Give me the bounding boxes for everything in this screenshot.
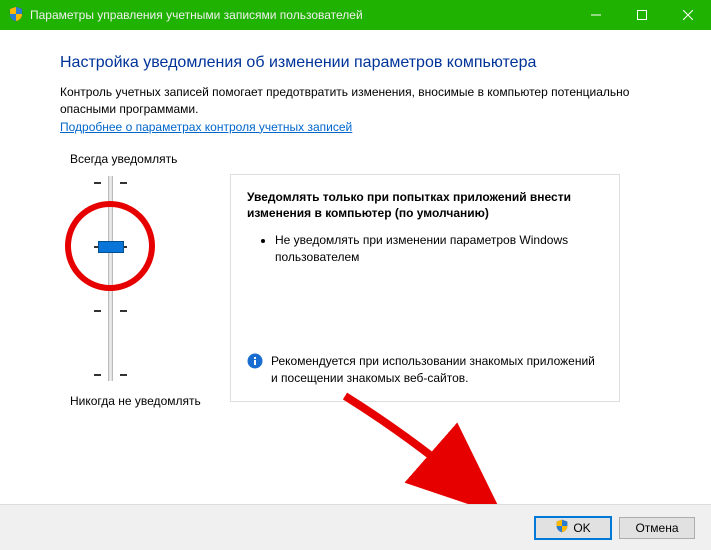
level-recommendation-text: Рекомендуется при использовании знакомых… [271,353,603,387]
slider-tick [120,374,127,376]
slider-label-never: Никогда не уведомлять [60,394,230,408]
slider-label-always: Всегда уведомлять [60,152,230,166]
close-button[interactable] [665,0,711,30]
content-area: Настройка уведомления об изменении парам… [0,30,711,408]
button-bar: OK Отмена [0,504,711,550]
uac-shield-icon [8,6,24,25]
ok-button-label: OK [573,521,590,535]
ok-button[interactable]: OK [535,517,611,539]
level-info-bullet: Не уведомлять при изменении параметров W… [275,232,603,266]
slider-thumb[interactable] [98,241,124,253]
page-description: Контроль учетных записей помогает предот… [60,84,651,118]
level-info-title: Уведомлять только при попытках приложени… [247,189,603,223]
learn-more-link[interactable]: Подробнее о параметрах контроля учетных … [60,120,352,134]
level-info-panel: Уведомлять только при попытках приложени… [230,174,620,402]
level-info-list: Не уведомлять при изменении параметров W… [247,232,603,270]
level-recommendation: Рекомендуется при использовании знакомых… [247,353,603,387]
titlebar: Параметры управления учетными записями п… [0,0,711,30]
uac-shield-icon [555,519,569,536]
minimize-button[interactable] [573,0,619,30]
maximize-button[interactable] [619,0,665,30]
info-icon [247,353,263,369]
slider-tick [94,182,101,184]
uac-slider[interactable] [60,176,230,386]
slider-track [108,176,113,381]
page-heading: Настройка уведомления об изменении парам… [60,54,651,72]
cancel-button[interactable]: Отмена [619,517,695,539]
window-title: Параметры управления учетными записями п… [30,8,573,22]
slider-tick [94,374,101,376]
slider-tick [94,310,101,312]
slider-tick [120,310,127,312]
cancel-button-label: Отмена [635,521,678,535]
window-controls [573,0,711,30]
slider-tick [120,182,127,184]
